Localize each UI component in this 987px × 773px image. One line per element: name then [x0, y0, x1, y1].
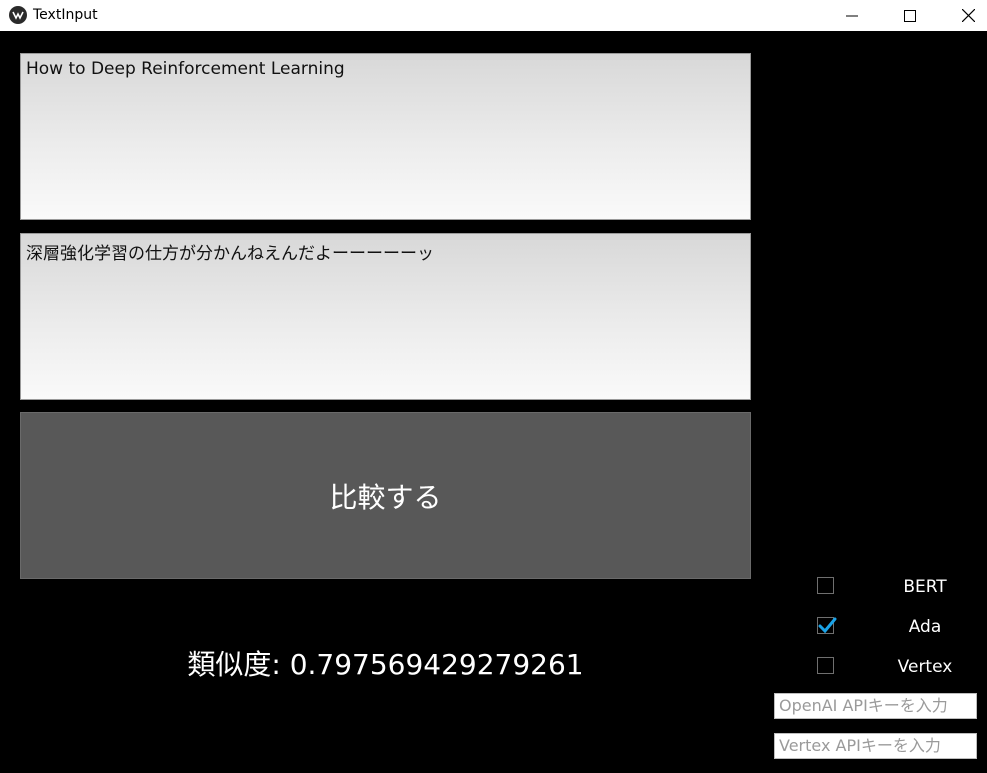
model-option-bert[interactable]: BERT — [800, 572, 980, 602]
model-option-vertex[interactable]: Vertex — [800, 652, 980, 682]
minimize-icon — [846, 15, 858, 16]
ada-label: Ada — [908, 617, 942, 637]
checkmark-icon — [818, 617, 837, 634]
text-input-1-value: How to Deep Reinforcement Learning — [26, 59, 345, 79]
vertex-checkbox[interactable] — [817, 657, 834, 674]
openai-api-key-input[interactable]: OpenAI APIキーを入力 — [774, 693, 977, 719]
maximize-button[interactable] — [887, 0, 933, 31]
maximize-icon — [904, 9, 916, 22]
bert-label: BERT — [903, 577, 947, 597]
minimize-button[interactable] — [829, 0, 875, 31]
compare-button[interactable]: 比較する — [20, 412, 751, 579]
close-icon — [961, 9, 975, 22]
title-bar: TextInput — [0, 0, 987, 31]
text-input-2-value: 深層強化学習の仕方が分かんねえんだよーーーーーッ — [26, 244, 434, 264]
text-input-2[interactable]: 深層強化学習の仕方が分かんねえんだよーーーーーッ — [20, 233, 751, 400]
model-option-ada[interactable]: Ada — [800, 612, 980, 642]
ada-checkbox[interactable] — [817, 617, 837, 634]
close-button[interactable] — [945, 0, 987, 31]
text-input-1[interactable]: How to Deep Reinforcement Learning — [20, 53, 751, 220]
vertex-label: Vertex — [897, 657, 953, 677]
similarity-result: 類似度: 0.797569429279261 — [187, 648, 584, 681]
app-content: How to Deep Reinforcement Learning 深層強化学… — [0, 31, 987, 773]
vertex-api-key-input[interactable]: Vertex APIキーを入力 — [774, 733, 977, 759]
window-title: TextInput — [33, 7, 98, 23]
bert-checkbox[interactable] — [817, 577, 834, 594]
kivy-app-icon — [9, 6, 27, 24]
